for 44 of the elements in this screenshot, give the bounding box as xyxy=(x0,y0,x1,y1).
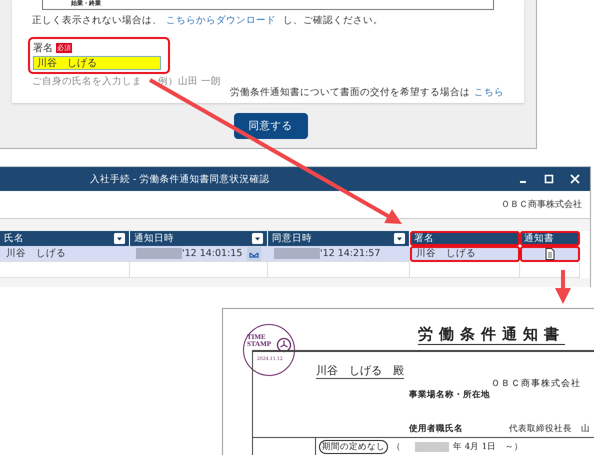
table-cell: '12 14:01:15 xyxy=(182,248,242,259)
download-note: 正しく表示されない場合は、 xyxy=(32,15,162,26)
recipient-name: 川谷 しげる 殿 xyxy=(316,363,404,379)
download-link[interactable]: こちらからダウンロード xyxy=(166,15,276,26)
download-note: し、ご確認ください。 xyxy=(282,15,384,26)
clock-icon xyxy=(276,337,292,353)
column-header[interactable]: 署名 xyxy=(410,231,520,246)
envelope-icon[interactable] xyxy=(247,246,261,260)
masked-year-block xyxy=(415,442,449,452)
close-icon[interactable] xyxy=(570,174,580,184)
document-icon[interactable] xyxy=(544,248,554,260)
filter-dropdown-icon[interactable] xyxy=(252,233,263,244)
period-text: 年 4月 1日 ～） xyxy=(453,441,524,453)
period-text: （ xyxy=(392,441,401,453)
table-cell: '12 14:21:57 xyxy=(320,248,380,259)
maximize-icon[interactable] xyxy=(544,174,554,184)
empty-table-cell xyxy=(520,262,580,278)
signature-label: 署名 xyxy=(33,42,53,55)
table-cell: 川谷 しげる xyxy=(6,247,66,260)
masked-date-block xyxy=(274,248,320,259)
employer-label: 使用者職氏名 xyxy=(409,423,463,435)
paper-request-text: 労働条件通知書について書面の交付を希望する場合は xyxy=(230,87,470,98)
arrow xyxy=(555,270,571,304)
hint-text: 例）山田 一朗 xyxy=(158,75,222,88)
signature-field[interactable]: 川谷 しげる xyxy=(33,56,161,70)
column-header[interactable]: 通知書 xyxy=(520,231,580,246)
period-label: 期間の定めなし xyxy=(319,440,388,454)
column-header[interactable]: 氏名 xyxy=(0,231,130,246)
masked-date-block xyxy=(136,248,182,259)
company-name: ＯＢＣ商事株式会社 xyxy=(501,198,582,211)
filter-dropdown-icon[interactable] xyxy=(114,233,125,244)
company-name: ＯＢＣ商事株式会社 xyxy=(491,378,581,390)
document-title: 労働条件通知書 xyxy=(418,325,565,345)
filter-dropdown-icon[interactable] xyxy=(394,233,405,244)
table-row[interactable]: 川谷 しげる '12 14:01:15 '12 14:21:57 川谷 しげる xyxy=(0,246,580,262)
column-header[interactable]: 通知日時 xyxy=(130,231,268,246)
office-label: 事業場名称・所在地 xyxy=(409,389,490,401)
column-header[interactable]: 同意日時 xyxy=(268,231,410,246)
hint-text: ご自身の氏名を入力しま xyxy=(32,75,142,88)
paper-request-link[interactable]: こちら xyxy=(474,87,504,98)
employer-value: 代表取締役社長 山 xyxy=(509,423,590,435)
table-cell: 川谷 しげる xyxy=(416,247,476,260)
window-title: 入社手続 - 労働条件通知書同意状況確認 xyxy=(90,172,270,186)
agree-button[interactable]: 同意する xyxy=(234,113,308,139)
